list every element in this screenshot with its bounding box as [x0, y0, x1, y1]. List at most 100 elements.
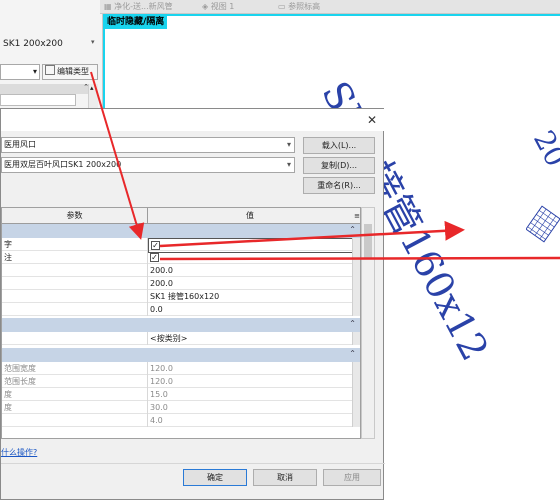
- table-row[interactable]: <按类别>: [2, 332, 360, 345]
- view-tab-strip: ▦ 净化-送...新风管 ◈ 视图 1 ▭ 参照标高: [100, 0, 560, 14]
- sort-icon[interactable]: ≡: [352, 208, 360, 224]
- rename-button[interactable]: 重命名(R)...: [303, 177, 375, 194]
- parameter-name: [2, 303, 148, 316]
- collapse-icon: ⌃: [349, 319, 356, 328]
- duplicate-button[interactable]: 复制(D)...: [303, 157, 375, 174]
- table-row[interactable]: 范围宽度 120.0: [2, 362, 360, 375]
- table-scrollbar[interactable]: [361, 207, 375, 439]
- parameter-value[interactable]: 120.0: [148, 375, 354, 388]
- instance-filter-combo[interactable]: ▾: [0, 64, 40, 80]
- type-parameters-table: 参数 值 ≡ ⌃ 字 ✓ 注 ✓ 200.0 200.0 SK1 接管160x120 0.0 …: [1, 207, 361, 439]
- parameter-value[interactable]: 15.0: [148, 388, 354, 401]
- help-link[interactable]: 什么操作?: [1, 447, 37, 458]
- table-row[interactable]: 度 15.0: [2, 388, 360, 401]
- parameter-name: [2, 264, 148, 277]
- scrollbar-thumb[interactable]: [364, 224, 372, 258]
- grille-symbol-icon[interactable]: [526, 204, 560, 244]
- footer-divider: [1, 463, 385, 464]
- parameter-value[interactable]: SK1 接管160x120: [148, 290, 354, 303]
- checkbox[interactable]: ✓: [150, 253, 159, 262]
- row-marker[interactable]: [352, 238, 360, 251]
- parameter-name: 字: [2, 238, 148, 251]
- checkbox[interactable]: ✓: [151, 241, 160, 250]
- parameter-value[interactable]: ✓: [148, 251, 354, 264]
- parameter-name: 度: [2, 388, 148, 401]
- type-selector-label[interactable]: SK1 200x200: [0, 36, 98, 52]
- 3d-view-icon: ◈: [202, 2, 211, 11]
- parameter-name: 注: [2, 251, 148, 264]
- type-dropdown-icon[interactable]: ▾: [91, 38, 95, 46]
- table-row[interactable]: SK1 接管160x120: [2, 290, 360, 303]
- parameter-value[interactable]: 200.0: [148, 264, 354, 277]
- parameter-name: [2, 414, 148, 427]
- parameter-name: 度: [2, 401, 148, 414]
- row-marker[interactable]: [352, 375, 360, 388]
- family-select[interactable]: 医用风口 ▾: [1, 137, 295, 153]
- edit-type-button[interactable]: 编辑类型: [42, 64, 98, 80]
- collapse-icon: ⌃: [349, 225, 356, 234]
- parameter-value[interactable]: 200.0: [148, 277, 354, 290]
- chevron-down-icon: ▾: [286, 140, 291, 149]
- type-value: 医用双层百叶风口SK1 200x200: [4, 160, 122, 169]
- row-marker[interactable]: [352, 290, 360, 303]
- table-row[interactable]: 注 ✓: [2, 251, 360, 264]
- chevron-down-icon: ▾: [32, 67, 37, 76]
- tab-label: 净化-送...新风管: [114, 2, 173, 11]
- parameter-name: 范围宽度: [2, 362, 148, 375]
- row-marker[interactable]: [352, 264, 360, 277]
- type-select[interactable]: 医用双层百叶风口SK1 200x200 ▾: [1, 157, 295, 173]
- tab-view-3[interactable]: ▭ 参照标高: [274, 0, 354, 14]
- group-header[interactable]: ⌃: [2, 224, 360, 238]
- cancel-button[interactable]: 取消: [253, 469, 317, 486]
- parameter-name: [2, 332, 148, 345]
- parameter-value[interactable]: 30.0: [148, 401, 354, 414]
- table-row[interactable]: 0.0: [2, 303, 360, 316]
- table-row[interactable]: 200.0: [2, 264, 360, 277]
- row-marker[interactable]: [352, 251, 360, 264]
- close-icon[interactable]: ✕: [363, 111, 381, 129]
- view-icon: ▦: [104, 2, 115, 11]
- parameter-name: [2, 277, 148, 290]
- table-row[interactable]: 范围长度 120.0: [2, 375, 360, 388]
- load-button[interactable]: 载入(L)...: [303, 137, 375, 154]
- properties-search-field[interactable]: [0, 94, 76, 106]
- edit-type-icon: [45, 65, 55, 75]
- tab-label: 视图 1: [210, 2, 235, 11]
- family-value: 医用风口: [4, 140, 36, 149]
- tab-view-2[interactable]: ◈ 视图 1: [198, 0, 270, 14]
- table-row[interactable]: 200.0: [2, 277, 360, 290]
- row-marker[interactable]: [352, 277, 360, 290]
- group-header[interactable]: ⌃: [2, 348, 360, 362]
- scroll-up-icon[interactable]: ▴: [90, 84, 94, 92]
- row-marker[interactable]: [352, 362, 360, 375]
- row-marker[interactable]: [352, 303, 360, 316]
- tab-label: 参照标高: [288, 2, 321, 11]
- table-row[interactable]: 度 30.0: [2, 401, 360, 414]
- table-row[interactable]: 字 ✓: [2, 238, 360, 253]
- parameter-name: 范围长度: [2, 375, 148, 388]
- temporary-hide-isolate-label: 临时隐藏/隔离: [104, 15, 168, 29]
- column-header-value[interactable]: 值: [148, 208, 352, 224]
- properties-group-bar[interactable]: ⌃: [0, 83, 90, 94]
- column-header-parameter[interactable]: 参数: [2, 208, 148, 224]
- parameter-value[interactable]: <按类别>: [148, 332, 354, 345]
- collapse-icon: ⌃: [349, 349, 356, 358]
- row-marker[interactable]: [352, 388, 360, 401]
- row-marker[interactable]: [352, 401, 360, 414]
- dialog-title-bar[interactable]: [1, 109, 385, 131]
- parameter-name: [2, 290, 148, 303]
- elevation-icon: ▭: [278, 2, 289, 11]
- apply-button[interactable]: 应用: [323, 469, 381, 486]
- type-properties-dialog: ✕ 医用风口 ▾ 医用双层百叶风口SK1 200x200 ▾ 载入(L)... …: [0, 108, 385, 500]
- group-header[interactable]: ⌃: [2, 318, 360, 332]
- row-marker[interactable]: [352, 332, 360, 345]
- parameter-value[interactable]: 0.0: [148, 303, 354, 316]
- edit-type-label: 编辑类型: [57, 67, 89, 76]
- table-row[interactable]: 4.0: [2, 414, 360, 427]
- parameter-value[interactable]: 120.0: [148, 362, 354, 375]
- tab-view-1[interactable]: ▦ 净化-送...新风管: [100, 0, 195, 14]
- chevron-down-icon: ▾: [286, 160, 291, 169]
- parameter-value[interactable]: 4.0: [148, 414, 354, 427]
- row-marker[interactable]: [352, 414, 360, 427]
- ok-button[interactable]: 确定: [183, 469, 247, 486]
